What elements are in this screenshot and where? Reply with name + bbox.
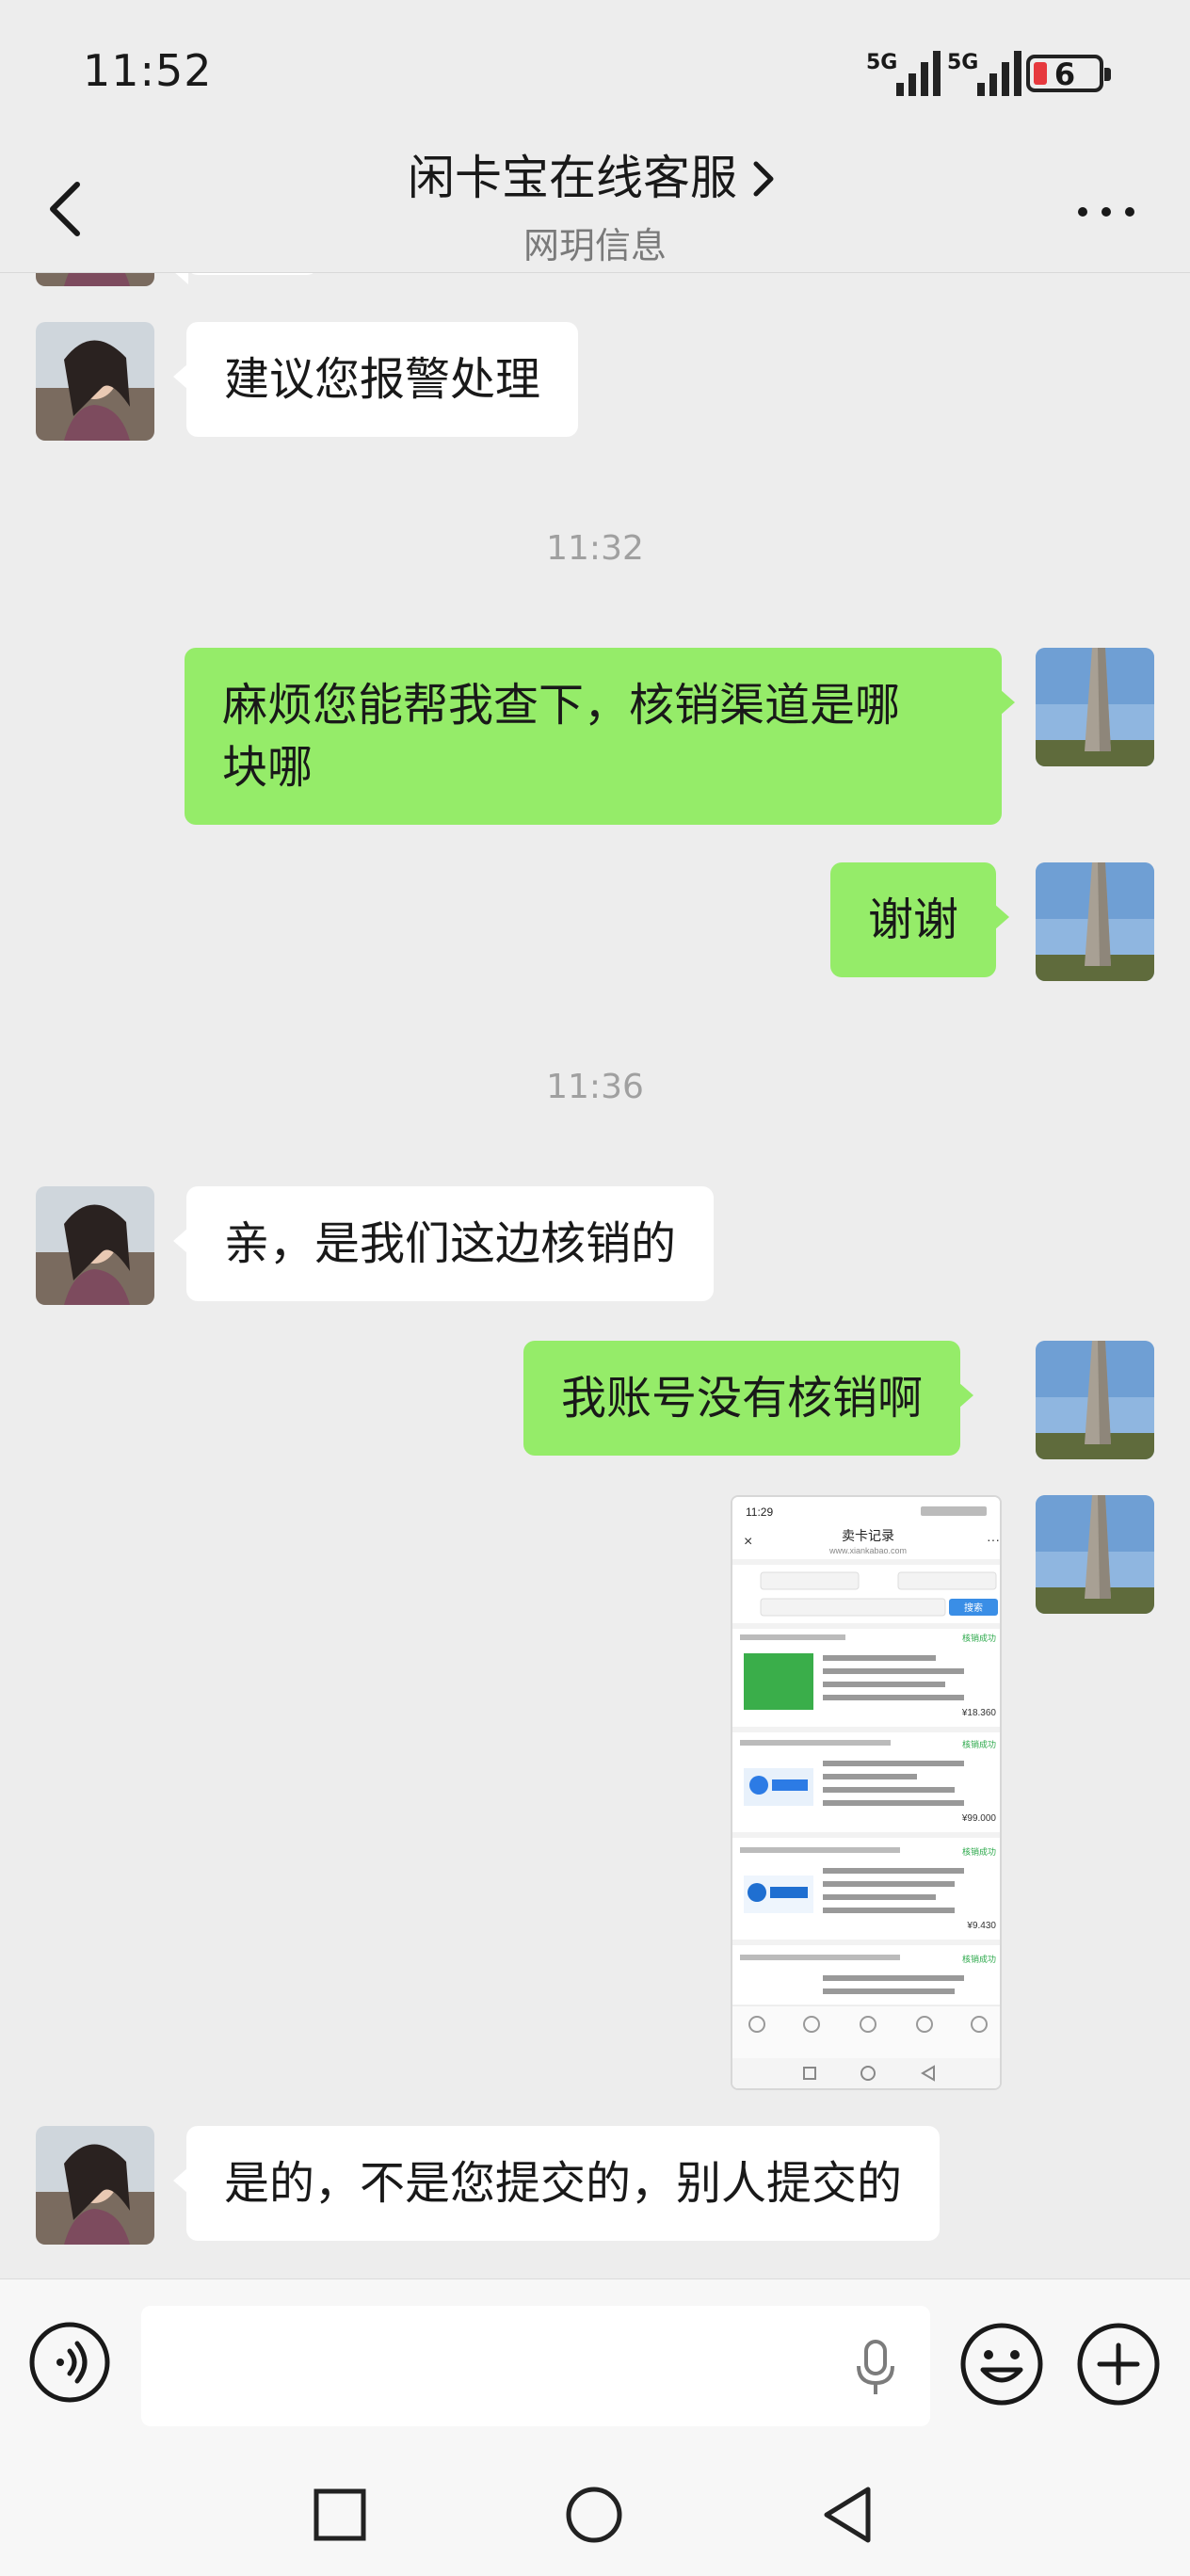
screenshot-image-message[interactable]: 11:29 × 卖卡记录 www.xiankabao.com ··· 搜索 核销… xyxy=(731,1495,1002,2090)
more-options-button[interactable] xyxy=(1073,198,1139,226)
voice-mode-button[interactable] xyxy=(28,2321,111,2404)
message-bubble-self[interactable]: 我账号没有核销啊 xyxy=(523,1341,974,1456)
battery-icon: 6 xyxy=(1026,55,1111,92)
chat-header: 闲卡宝在线客服 网玥信息 xyxy=(0,151,1190,273)
chat-subtitle: 网玥信息 xyxy=(523,225,667,266)
status-time: 11:52 xyxy=(83,45,213,96)
back-nav-button[interactable] xyxy=(815,2482,881,2548)
thumb-url: www.xiankabao.com xyxy=(828,1546,907,1555)
system-nav-bar xyxy=(0,2457,1190,2576)
message-bubble-self[interactable]: 麻烦您能帮我查下，核销渠道是哪 块哪 xyxy=(185,648,1015,825)
more-actions-button[interactable] xyxy=(1075,2321,1162,2407)
message-timestamp: 11:32 xyxy=(546,529,644,568)
thumb-search-button: 搜索 xyxy=(964,1602,983,1614)
square-icon xyxy=(314,2488,366,2541)
thumb-title: 卖卡记录 xyxy=(842,1528,894,1543)
svg-text:¥18.360: ¥18.360 xyxy=(961,1708,997,1718)
svg-text:···: ··· xyxy=(987,1532,1000,1547)
microphone-icon[interactable] xyxy=(852,2338,899,2398)
message-list[interactable]: 建议您报警处理 11:32 麻烦您能帮我查下，核销渠道是哪 块哪 谢谢 11:3… xyxy=(0,273,1190,2278)
message-timestamp: 11:36 xyxy=(546,1068,644,1106)
message-bubble-agent[interactable]: 建议您报警处理 xyxy=(172,322,579,437)
agent-avatar[interactable] xyxy=(36,322,154,441)
message-bubble-partial[interactable] xyxy=(173,273,318,284)
circle-icon xyxy=(566,2487,622,2543)
voice-icon xyxy=(29,2322,110,2403)
recent-apps-button[interactable] xyxy=(307,2482,373,2548)
emoji-button[interactable] xyxy=(958,2321,1045,2407)
message-bubble-self[interactable]: 谢谢 xyxy=(830,862,1010,977)
svg-text:核销成功: 核销成功 xyxy=(962,1954,996,1964)
home-button[interactable] xyxy=(561,2482,627,2548)
agent-avatar[interactable] xyxy=(36,2126,154,2245)
more-dots-icon xyxy=(1078,207,1134,217)
message-bubble-agent[interactable]: 是的，不是您提交的，别人提交的 xyxy=(172,2126,941,2241)
message-input[interactable] xyxy=(141,2306,930,2426)
thumb-time: 11:29 xyxy=(746,1505,773,1519)
plus-icon xyxy=(1077,2323,1160,2406)
chat-title-wrap[interactable]: 闲卡宝在线客服 xyxy=(0,151,1190,203)
smile-icon xyxy=(960,2323,1043,2406)
svg-text:×: × xyxy=(744,1534,752,1550)
message-bubble-agent[interactable]: 亲，是我们这边核销的 xyxy=(172,1186,715,1301)
chat-title[interactable]: 闲卡宝在线客服 xyxy=(408,154,737,201)
agent-avatar[interactable] xyxy=(36,273,154,286)
status-bar: 11:52 5G 5G 6 xyxy=(0,0,1190,151)
self-avatar[interactable] xyxy=(1036,1495,1154,1614)
svg-text:核销成功: 核销成功 xyxy=(962,1739,996,1749)
self-avatar[interactable] xyxy=(1036,648,1154,766)
self-avatar[interactable] xyxy=(1036,862,1154,981)
battery-level: 6 xyxy=(1053,56,1076,92)
triangle-back-icon xyxy=(824,2487,871,2543)
input-bar xyxy=(0,2278,1190,2457)
svg-text:核销成功: 核销成功 xyxy=(962,1846,996,1857)
self-avatar[interactable] xyxy=(1036,1341,1154,1459)
svg-text:¥9.430: ¥9.430 xyxy=(966,1921,996,1931)
svg-text:核销成功: 核销成功 xyxy=(962,1633,996,1643)
svg-text:¥99.000: ¥99.000 xyxy=(961,1813,997,1824)
agent-avatar[interactable] xyxy=(36,1186,154,1305)
chevron-right-icon xyxy=(753,161,774,197)
